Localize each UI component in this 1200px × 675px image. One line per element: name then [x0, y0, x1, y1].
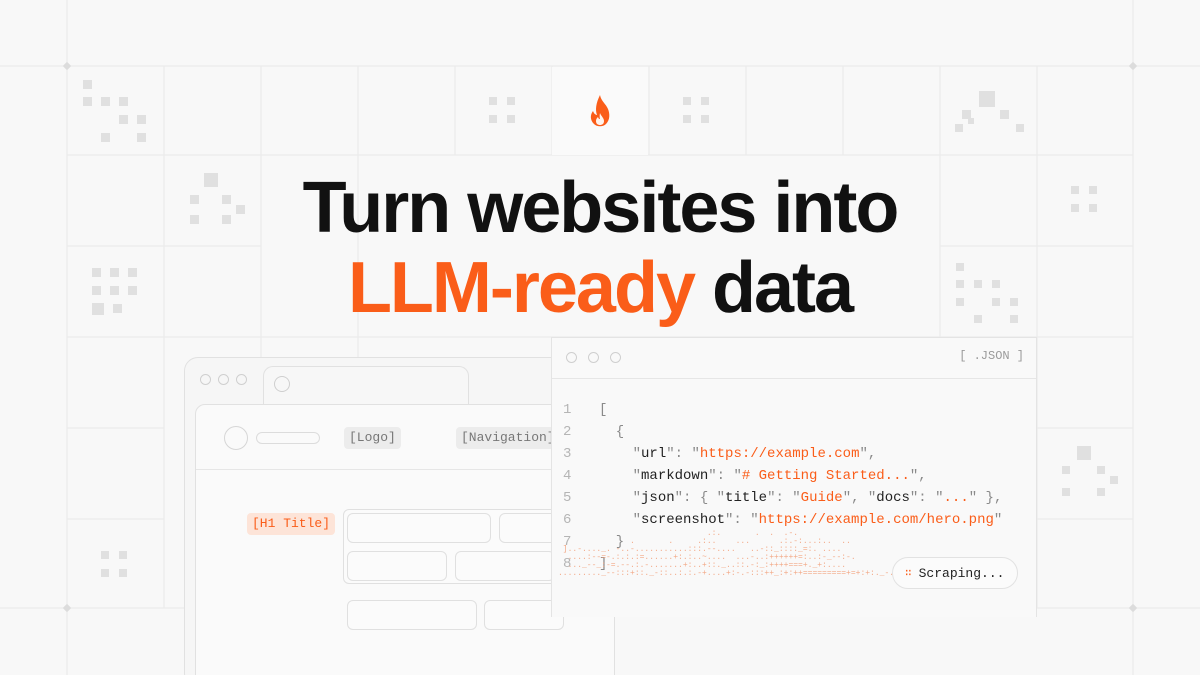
json-string: Guide	[800, 490, 843, 506]
hero-banner: Turn websites into LLM-ready data [Logo]…	[0, 0, 1200, 675]
scrape-particles: .:. . . .-. . . .:.. ... .:.-:...:.. .. …	[558, 529, 895, 578]
window-dot-icon	[236, 374, 247, 385]
json-punctuation: ": "	[909, 490, 944, 506]
content-block	[499, 513, 559, 543]
code-line: 4 "markdown": "# Getting Started...",	[563, 465, 1002, 487]
json-key: screenshot	[641, 512, 726, 528]
json-string: ...	[943, 490, 969, 506]
json-punctuation: ": "	[708, 468, 742, 484]
tab-favicon-icon	[274, 376, 290, 392]
window-dot-icon	[200, 374, 211, 385]
navbar-placeholder	[256, 432, 320, 444]
json-punctuation: ",	[909, 468, 927, 484]
dots-icon: ∷	[905, 568, 912, 580]
json-string: https://example.com	[699, 446, 860, 462]
code-line: 3 "url": "https://example.com",	[563, 443, 1002, 465]
json-punctuation: ",	[859, 446, 877, 462]
logo-tag: [Logo]	[344, 427, 401, 449]
headline-line-1: Turn websites into	[302, 168, 900, 248]
window-dot-icon	[566, 352, 577, 363]
h1-title-tag: [H1 Title]	[247, 513, 336, 535]
scraping-status: ∷ Scraping...	[892, 557, 1018, 589]
json-punctuation: "	[599, 512, 642, 528]
window-dot-icon	[588, 352, 599, 363]
json-punctuation: "	[599, 446, 642, 462]
headline-line-2: LLM-ready data	[0, 248, 1200, 328]
json-punctuation: ": "	[767, 490, 801, 506]
json-punctuation: "	[599, 468, 642, 484]
json-key: title	[725, 490, 768, 506]
scraping-label: Scraping...	[918, 565, 1005, 581]
json-punctuation: "	[599, 490, 642, 506]
line-number: 6	[563, 512, 572, 528]
headline: Turn websites into LLM-ready data	[0, 168, 1200, 328]
code-line: 5 "json": { "title": "Guide", "docs": ".…	[563, 487, 1002, 509]
line-number: 3	[563, 446, 572, 462]
logo-tile	[552, 67, 648, 155]
content-block	[455, 551, 555, 581]
code-line: 1[	[563, 399, 1002, 421]
content-block	[347, 551, 447, 581]
json-punctuation: "	[993, 512, 1003, 528]
navigation-tag: [Navigation]	[456, 427, 560, 449]
window-dot-icon	[610, 352, 621, 363]
json-key: markdown	[641, 468, 709, 484]
flame-icon	[590, 95, 610, 127]
content-block	[347, 600, 477, 630]
line-number: 4	[563, 468, 572, 484]
json-key: url	[641, 446, 667, 462]
code-line: 6 "screenshot": "https://example.com/her…	[563, 509, 1002, 531]
json-string: # Getting Started...	[741, 468, 910, 484]
json-key: docs	[876, 490, 910, 506]
content-block	[347, 513, 491, 543]
json-punctuation: " },	[968, 490, 1003, 506]
json-punctuation: [	[599, 402, 608, 418]
json-punctuation: {	[599, 424, 625, 440]
line-number: 1	[563, 402, 572, 418]
json-key: json	[641, 490, 675, 506]
line-number: 5	[563, 490, 572, 506]
avatar	[224, 426, 248, 450]
line-number: 2	[563, 424, 572, 440]
json-punctuation: ": { "	[674, 490, 726, 506]
json-header-divider	[552, 378, 1036, 379]
json-punctuation: ", "	[842, 490, 877, 506]
code-line: 2 {	[563, 421, 1002, 443]
json-punctuation: ": "	[666, 446, 700, 462]
json-punctuation: ": "	[725, 512, 759, 528]
headline-accent: LLM-ready	[347, 248, 696, 328]
browser-tab	[263, 366, 469, 406]
format-label: [ .JSON ]	[959, 349, 1024, 363]
headline-line-2-rest: data	[712, 248, 854, 328]
window-dot-icon	[218, 374, 229, 385]
json-string: https://example.com/hero.png	[758, 512, 994, 528]
